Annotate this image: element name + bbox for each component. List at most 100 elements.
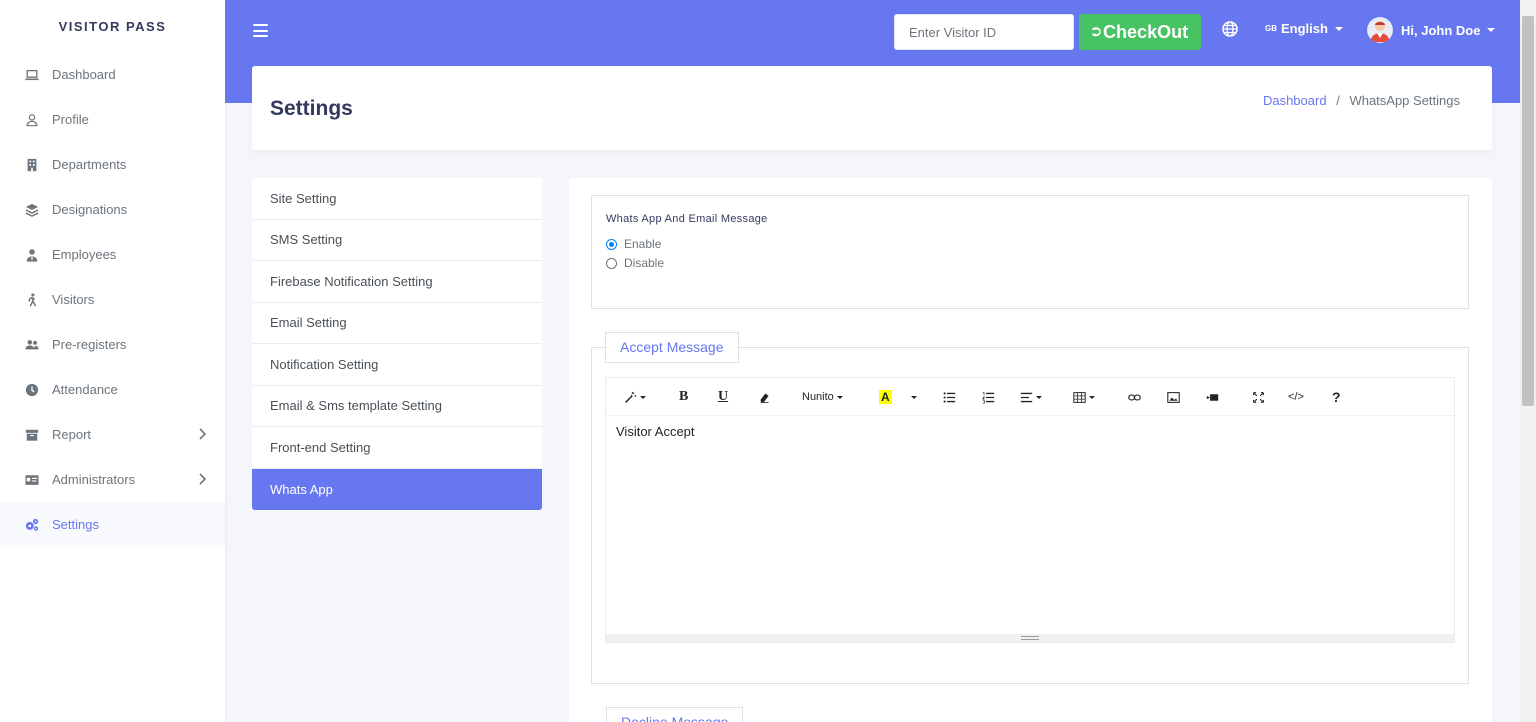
sidebar-item-label: Dashboard (52, 67, 116, 82)
enable-radio-option[interactable]: Enable (606, 237, 661, 251)
text-color-button[interactable]: A (879, 389, 892, 405)
user-greeting: Hi, John Doe (1401, 22, 1481, 38)
font-family-dropdown[interactable]: Nunito (802, 389, 843, 405)
sidebar-item-label: Attendance (52, 382, 118, 397)
sidebar-item-departments[interactable]: Departments (0, 142, 225, 187)
archive-icon (25, 428, 39, 442)
clock-icon (25, 383, 39, 397)
image-icon[interactable] (1167, 389, 1180, 405)
users-icon (25, 338, 39, 352)
sidebar-item-label: Employees (52, 247, 117, 262)
sidebar-item-label: Report (52, 427, 92, 442)
settings-item-front-end[interactable]: Front-end Setting (252, 427, 542, 469)
sidebar-item-administrators[interactable]: Administrators (0, 457, 225, 502)
caret-down-icon (1334, 26, 1343, 31)
sidebar-item-label: Settings (52, 517, 99, 532)
breadcrumb-dashboard-link[interactable]: Dashboard (1263, 93, 1327, 108)
breadcrumb-current: WhatsApp Settings (1349, 93, 1460, 108)
settings-item-email-sms-template[interactable]: Email & Sms template Setting (252, 386, 542, 427)
visitor-id-input[interactable] (894, 14, 1074, 50)
whatsapp-settings-card: Whats App And Email Message Enable Disab… (569, 178, 1492, 722)
settings-item-sms[interactable]: SMS Setting (252, 220, 542, 261)
sidebar-item-designations[interactable]: Designations (0, 187, 225, 232)
ordered-list-icon[interactable] (982, 389, 995, 405)
laptop-icon (25, 68, 39, 82)
sidebar-item-label: Designations (52, 202, 128, 217)
chevron-right-icon (199, 428, 207, 440)
fullscreen-icon[interactable] (1252, 389, 1265, 405)
unordered-list-icon[interactable] (943, 389, 956, 405)
whatsapp-toggle-box: Whats App And Email Message Enable Disab… (591, 195, 1469, 309)
settings-item-notification[interactable]: Notification Setting (252, 344, 542, 386)
code-view-icon[interactable]: </> (1288, 389, 1304, 405)
sidebar: VISITOR PASS Dashboard Profile Departmen… (0, 0, 225, 722)
page-scrollbar[interactable] (1520, 0, 1536, 722)
sidebar-item-visitors[interactable]: Visitors (0, 277, 225, 322)
settings-item-firebase[interactable]: Firebase Notification Setting (252, 261, 542, 303)
globe-icon[interactable] (1222, 21, 1238, 37)
section-header: Settings Dashboard / WhatsApp Settings (252, 66, 1492, 150)
settings-item-email[interactable]: Email Setting (252, 303, 542, 344)
breadcrumb-separator: / (1336, 93, 1340, 108)
language-selector[interactable]: GB English (1265, 21, 1343, 36)
sidebar-item-label: Administrators (52, 472, 136, 487)
eraser-icon[interactable] (758, 389, 771, 405)
text-color-icon: A (879, 390, 892, 404)
checkout-label: CheckOut (1103, 21, 1189, 42)
accept-message-legend: Accept Message (605, 332, 739, 363)
caret-down-icon (1487, 28, 1496, 32)
link-icon[interactable] (1128, 389, 1141, 405)
sidebar-item-profile[interactable]: Profile (0, 97, 225, 142)
enable-radio[interactable] (606, 238, 617, 250)
enable-label: Enable (624, 237, 662, 251)
layers-icon (25, 203, 39, 217)
table-icon[interactable] (1073, 389, 1095, 405)
sidebar-item-attendance[interactable]: Attendance (0, 367, 225, 412)
text-color-dropdown[interactable] (908, 389, 917, 405)
walking-icon (25, 292, 39, 307)
settings-item-site[interactable]: Site Setting (252, 178, 542, 220)
brand-title[interactable]: VISITOR PASS (0, 0, 225, 52)
help-icon[interactable]: ? (1332, 389, 1341, 405)
id-card-icon (25, 473, 39, 487)
sidebar-item-label: Visitors (52, 292, 95, 307)
cogs-icon (25, 518, 39, 532)
decline-message-legend: Decline Message (606, 707, 744, 722)
editor-content[interactable]: Visitor Accept (606, 416, 1454, 636)
settings-menu: Site Setting SMS Setting Firebase Notifi… (252, 178, 542, 510)
bold-button[interactable]: B (679, 389, 688, 405)
breadcrumb: Dashboard / WhatsApp Settings (1263, 93, 1460, 108)
sidebar-item-employees[interactable]: Employees (0, 232, 225, 277)
page-title: Settings (270, 97, 353, 120)
user-tie-icon (25, 248, 39, 262)
magic-wand-icon[interactable] (624, 389, 646, 405)
sidebar-item-settings[interactable]: Settings (0, 502, 225, 547)
sidebar-item-label: Pre-registers (52, 337, 127, 352)
sidebar-item-label: Profile (52, 112, 89, 127)
editor-resize-handle[interactable] (606, 634, 1454, 642)
sidebar-item-label: Departments (52, 157, 127, 172)
sign-out-icon: ⮊ (1091, 24, 1102, 39)
user-menu[interactable]: Hi, John Doe (1367, 17, 1496, 43)
underline-button[interactable]: U (718, 389, 728, 405)
sidebar-item-pre-registers[interactable]: Pre-registers (0, 322, 225, 367)
hamburger-menu-icon[interactable] (253, 24, 268, 37)
avatar (1367, 17, 1393, 43)
disable-radio[interactable] (606, 257, 617, 269)
disable-label: Disable (624, 256, 665, 270)
language-label: English (1281, 21, 1328, 36)
paragraph-align-dropdown[interactable] (1020, 389, 1042, 405)
flag-icon: GB (1265, 24, 1277, 33)
chevron-right-icon (199, 473, 207, 485)
editor-toolbar: B U Nunito A </> ? (606, 378, 1454, 416)
scrollbar-thumb[interactable] (1522, 16, 1534, 406)
checkout-button[interactable]: ⮊ CheckOut (1079, 14, 1201, 50)
sidebar-item-dashboard[interactable]: Dashboard (0, 52, 225, 97)
whatsapp-toggle-label: Whats App And Email Message (606, 213, 768, 225)
sidebar-item-report[interactable]: Report (0, 412, 225, 457)
user-icon (25, 113, 39, 127)
disable-radio-option[interactable]: Disable (606, 256, 664, 270)
video-icon[interactable] (1206, 389, 1219, 405)
settings-item-whatsapp[interactable]: Whats App (252, 468, 542, 510)
building-icon (25, 158, 39, 172)
